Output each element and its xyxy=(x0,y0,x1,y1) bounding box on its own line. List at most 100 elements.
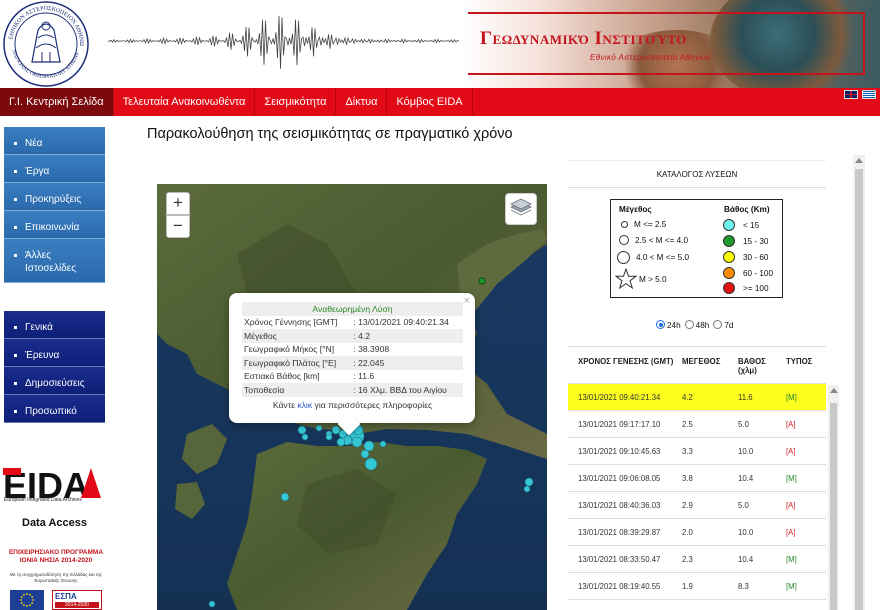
zoom-in-button[interactable]: + xyxy=(166,192,190,215)
depth-dot-icon xyxy=(723,282,735,294)
earthquake-marker[interactable] xyxy=(360,449,370,459)
popup-label: Μέγεθος xyxy=(242,329,352,343)
espa-logo[interactable]: ΕΣΠΑ 2014-2020 xyxy=(52,590,102,610)
sidebar-item-staff[interactable]: Προσωπικό xyxy=(4,395,105,423)
period-option-24h[interactable]: 24h xyxy=(656,320,681,330)
nav-item-home[interactable]: Γ.Ι. Κεντρική Σελίδα xyxy=(0,88,114,116)
popup-value: : 38.3908 xyxy=(353,344,390,355)
earthquake-marker[interactable] xyxy=(301,433,309,441)
greek-flag-icon[interactable] xyxy=(862,90,876,99)
event-time[interactable]: 13/01/2021 09:40:21.34 xyxy=(568,393,682,402)
popup-more-link[interactable]: κλικ xyxy=(297,400,312,410)
bullet-icon xyxy=(14,254,17,257)
scrollbar-thumb[interactable] xyxy=(855,169,863,610)
popup-close-button[interactable]: × xyxy=(464,295,470,307)
period-option-7d[interactable]: 7d xyxy=(713,320,733,330)
sidebar-item-contact[interactable]: Επικοινωνία xyxy=(4,211,105,239)
event-time[interactable]: 13/01/2021 08:33:50.47 xyxy=(568,555,682,564)
earthquake-marker[interactable] xyxy=(297,425,307,435)
event-magnitude: 2.3 xyxy=(682,554,693,564)
scroll-up-icon[interactable] xyxy=(855,158,863,163)
main-nav: Γ.Ι. Κεντρική Σελίδα Τελευταία Ανακοινωθ… xyxy=(0,88,880,116)
events-scrollbar[interactable] xyxy=(828,385,839,610)
event-row[interactable]: 13/01/2021 09:17:17.10 2.5 5.0 [A] xyxy=(568,411,826,438)
programme-note: Με τη συγχρηματοδότηση της Ελλάδας και τ… xyxy=(9,572,103,583)
scroll-up-icon[interactable] xyxy=(830,388,838,393)
column-header-time[interactable]: ΧΡΟΝΟΣ ΓΕΝΕΣΗΣ (GMT) xyxy=(568,357,682,383)
sidebar-item-general[interactable]: Γενικά xyxy=(4,311,105,339)
english-flag-icon[interactable] xyxy=(844,90,858,99)
popup-value: : 16 Χλμ. ΒΒΔ του Αιγίου xyxy=(351,383,463,397)
earthquake-marker[interactable] xyxy=(315,424,323,432)
sidebar-item-news[interactable]: Νέα xyxy=(4,127,105,155)
legend-depth-label: < 15 xyxy=(743,220,760,230)
bullet-icon xyxy=(14,410,17,413)
bullet-icon xyxy=(14,198,17,201)
depth-dot-icon xyxy=(723,267,735,279)
event-row[interactable]: 13/01/2021 08:39:29.87 2.0 10.0 [A] xyxy=(568,519,826,546)
popup-value: : 22.045 xyxy=(351,356,463,370)
bullet-icon xyxy=(14,326,17,329)
nav-item-announcements[interactable]: Τελευταία Ανακοινωθέντα xyxy=(114,88,256,116)
popup-header: Αναθεωρημένη Λύση xyxy=(242,302,463,316)
column-header-type[interactable]: ΤΥΠΟΣ xyxy=(786,357,826,383)
event-depth: 10.4 xyxy=(738,554,754,564)
period-option-48h[interactable]: 48h xyxy=(684,320,709,330)
legend-mag-label: 4.0 < M <= 5.0 xyxy=(636,253,690,262)
event-row[interactable]: 13/01/2021 08:40:36.03 2.9 5.0 [A] xyxy=(568,492,826,519)
bullet-icon xyxy=(14,170,17,173)
earthquake-marker[interactable] xyxy=(524,477,534,487)
observatory-logo[interactable]: ΕΘΝΙΚΟΝ ΑΣΤΕΡΟΣΚΟΠΕΙΟΝ ΑΘΗΝΩΝ NATIONAL O… xyxy=(2,0,90,88)
sidebar-item-publications[interactable]: Δημοσιεύσεις xyxy=(4,367,105,395)
data-access-link[interactable]: Data Access xyxy=(22,517,87,529)
earthquake-marker[interactable] xyxy=(363,440,375,452)
event-time[interactable]: 13/01/2021 09:06:08.05 xyxy=(568,474,682,483)
bullet-icon xyxy=(14,382,17,385)
radio-checked-icon[interactable] xyxy=(656,320,665,329)
event-row[interactable]: 13/01/2021 09:06:08.05 3.8 10.4 [M] xyxy=(568,465,826,492)
earthquake-marker[interactable] xyxy=(208,600,216,608)
zoom-out-button[interactable]: − xyxy=(166,215,190,238)
event-depth: 10.4 xyxy=(738,473,754,483)
column-header-depth[interactable]: ΒΑΘΟΣ (χλμ) xyxy=(738,357,786,383)
column-header-magnitude[interactable]: ΜΕΓΕΘΟΣ xyxy=(682,357,738,383)
event-time[interactable]: 13/01/2021 09:10:45.63 xyxy=(568,447,682,456)
nav-item-seismicity[interactable]: Σεισμικότητα xyxy=(255,88,337,116)
earthquake-marker[interactable] xyxy=(331,425,341,435)
sidebar-item-research[interactable]: Έρευνα xyxy=(4,339,105,367)
page-scrollbar[interactable] xyxy=(853,155,865,610)
event-row[interactable]: 13/01/2021 08:33:50.47 2.3 10.4 [M] xyxy=(568,546,826,573)
earthquake-marker[interactable] xyxy=(379,440,387,448)
scrollbar-thumb[interactable] xyxy=(830,403,837,610)
event-time[interactable]: 13/01/2021 08:40:36.03 xyxy=(568,501,682,510)
earthquake-marker[interactable] xyxy=(523,485,531,493)
event-row[interactable]: 13/01/2021 09:40:21.34 4.2 11.6 [M] xyxy=(568,384,826,411)
nav-item-eida[interactable]: Κόμβος EIDA xyxy=(387,88,473,116)
period-label: 7d xyxy=(724,321,734,330)
radio-icon[interactable] xyxy=(684,320,694,329)
event-row[interactable]: 13/01/2021 08:19:40.55 1.9 8.3 [M] xyxy=(568,573,826,600)
sidebar-item-projects[interactable]: Έργα xyxy=(4,155,105,183)
sidebar-item-label: Έρευνα xyxy=(25,350,60,361)
programme-line-2: ΙΟΝΙΑ ΝΗΣΙΑ 2014-2020 xyxy=(19,557,93,564)
nav-item-networks[interactable]: Δίκτυα xyxy=(336,88,388,116)
earthquake-marker[interactable] xyxy=(478,277,486,285)
event-time[interactable]: 13/01/2021 08:19:40.55 xyxy=(568,582,682,591)
earthquake-marker[interactable] xyxy=(351,436,363,448)
layers-button[interactable] xyxy=(505,193,537,225)
event-row[interactable]: 13/01/2021 09:10:45.63 3.3 10.0 [A] xyxy=(568,438,826,465)
earthquake-marker[interactable] xyxy=(336,437,346,447)
event-time[interactable]: 13/01/2021 08:39:29.87 xyxy=(568,528,682,537)
legend-mag-row: 2.5 < M <= 4.0 xyxy=(619,235,688,245)
event-magnitude: 3.3 xyxy=(682,446,693,456)
event-time[interactable]: 13/01/2021 09:17:17.10 xyxy=(568,420,682,429)
earthquake-marker[interactable] xyxy=(364,457,378,471)
earthquake-marker[interactable] xyxy=(280,492,290,502)
popup-details-table: Αναθεωρημένη Λύση Χρόνος Γέννησης [GMT]:… xyxy=(242,302,463,397)
circle-small-icon xyxy=(621,221,628,228)
earthquake-marker[interactable] xyxy=(325,433,333,441)
sidebar-item-announcements[interactable]: Προκηρύξεις xyxy=(4,183,105,211)
radio-icon[interactable] xyxy=(713,320,723,329)
sidebar-item-other-sites[interactable]: Άλλες Ιστοσελίδες xyxy=(4,239,105,283)
legend-depth-row: 15 - 30 xyxy=(723,235,769,247)
